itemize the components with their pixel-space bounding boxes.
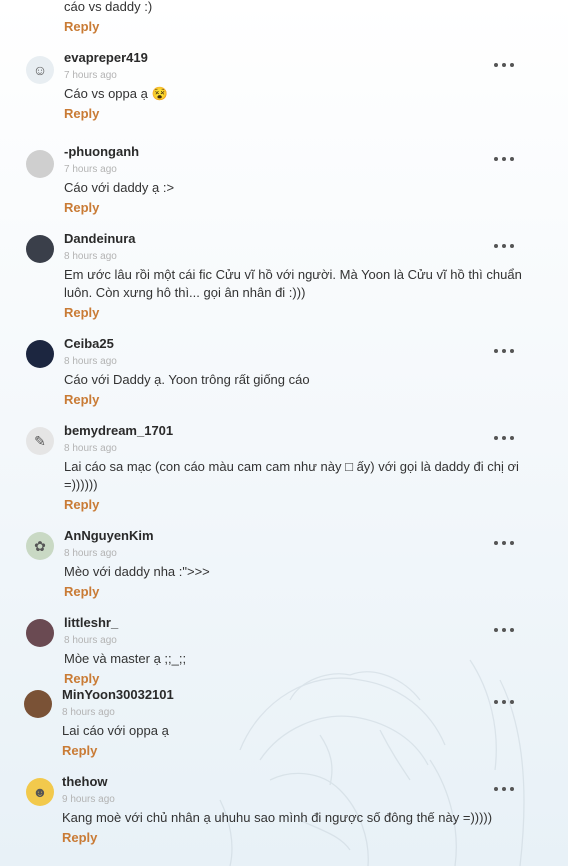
dot	[510, 244, 514, 248]
avatar[interactable]	[24, 690, 52, 718]
dot	[494, 349, 498, 353]
comment-timestamp: 8 hours ago	[62, 707, 115, 718]
comment-username[interactable]: bemydream_1701	[64, 423, 534, 439]
dot	[510, 541, 514, 545]
dot	[502, 541, 506, 545]
reply-button[interactable]: Reply	[64, 105, 99, 123]
more-options-icon[interactable]	[494, 696, 514, 708]
dot	[502, 63, 506, 67]
comment-text: Lai cáo với oppa ạ	[62, 723, 169, 738]
reply-button[interactable]: Reply	[64, 670, 99, 688]
comment-timestamp: 8 hours ago	[64, 548, 117, 559]
comment-body: AnNguyenKim 8 hours ago Mèo với daddy nha …	[64, 528, 534, 601]
comment-text: Cáo với daddy ạ :>	[64, 180, 175, 195]
cartoon-face-icon: ☺	[32, 62, 48, 78]
dot	[494, 541, 498, 545]
more-options-icon[interactable]	[494, 624, 514, 636]
reply-button[interactable]: Reply	[62, 742, 97, 760]
dot	[494, 787, 498, 791]
comment-text: Em ước lâu rồi một cái fic Cửu vĩ hồ với…	[64, 267, 522, 300]
more-options-icon[interactable]	[494, 432, 514, 444]
dot	[502, 628, 506, 632]
avatar[interactable]: ✿	[26, 532, 54, 560]
more-options-icon[interactable]	[494, 59, 514, 71]
comment-username[interactable]: -phuonganh	[64, 144, 534, 160]
dot	[510, 628, 514, 632]
comment-text: Cáo vs oppa ạ 😵	[64, 86, 168, 101]
comment-timestamp: 7 hours ago	[64, 164, 117, 175]
comment-timestamp: 8 hours ago	[64, 443, 117, 454]
dot	[502, 700, 506, 704]
comment-body: littleshr_ 8 hours ago Mòe và master ạ ;;_…	[64, 615, 534, 688]
dot	[510, 349, 514, 353]
dot	[494, 436, 498, 440]
avatar[interactable]: ✎	[26, 427, 54, 455]
comment-body: Dandeinura 8 hours ago Em ước lâu rồi một …	[64, 231, 534, 322]
avatar[interactable]	[26, 150, 54, 178]
dot	[502, 244, 506, 248]
more-options-icon[interactable]	[494, 345, 514, 357]
comment-body: cáo vs daddy :) Reply	[64, 0, 534, 36]
dot	[510, 63, 514, 67]
dot	[502, 349, 506, 353]
comment-feed: cáo vs daddy :) Reply ☺ evapreper419 7 hou…	[0, 0, 568, 866]
comment-username[interactable]: Dandeinura	[64, 231, 534, 247]
reply-button[interactable]: Reply	[64, 304, 99, 322]
comment-timestamp: 8 hours ago	[64, 635, 117, 646]
reply-button[interactable]: Reply	[64, 496, 99, 514]
dot	[510, 436, 514, 440]
dot	[510, 787, 514, 791]
comment-body: evapreper419 7 hours ago Cáo vs oppa ạ 😵 Re…	[64, 50, 534, 123]
avatar[interactable]: ☺	[26, 56, 54, 84]
comment-timestamp: 9 hours ago	[62, 794, 115, 805]
comment-text: Kang moè với chủ nhân ạ uhuhu sao mình đ…	[62, 810, 493, 825]
comment-username[interactable]: AnNguyenKim	[64, 528, 534, 544]
reply-button[interactable]: Reply	[64, 391, 99, 409]
dot	[494, 628, 498, 632]
comment-text: Lai cáo sa mạc (con cáo màu cam cam như …	[64, 459, 519, 492]
avatar[interactable]	[26, 340, 54, 368]
more-options-icon[interactable]	[494, 537, 514, 549]
comment-username[interactable]: Ceiba25	[64, 336, 534, 352]
comment-body: bemydream_1701 8 hours ago Lai cáo sa mạc …	[64, 423, 534, 514]
dot	[510, 700, 514, 704]
green-character-icon: ✿	[34, 537, 46, 554]
more-options-icon[interactable]	[494, 240, 514, 252]
more-options-icon[interactable]	[494, 783, 514, 795]
reply-button[interactable]: Reply	[64, 199, 99, 217]
dot	[494, 157, 498, 161]
avatar[interactable]	[26, 235, 54, 263]
dot	[502, 157, 506, 161]
reply-button[interactable]: Reply	[62, 829, 97, 847]
more-options-icon[interactable]	[494, 153, 514, 165]
comment-body: Ceiba25 8 hours ago Cáo với Daddy ạ. Yoon …	[64, 336, 534, 409]
comment-text: Mòe và master ạ ;;_;;	[64, 651, 187, 666]
comment-timestamp: 8 hours ago	[64, 356, 117, 367]
comment-username[interactable]: evapreper419	[64, 50, 534, 66]
comment-timestamp: 8 hours ago	[64, 251, 117, 262]
dot	[510, 157, 514, 161]
dot	[502, 436, 506, 440]
comment-username[interactable]: thehow	[62, 774, 532, 790]
comment-body: MinYoon30032101 8 hours ago Lai cáo với op…	[62, 687, 532, 760]
comment-body: thehow 9 hours ago Kang moè với chủ nhân ạ…	[62, 774, 532, 847]
comment-timestamp: 7 hours ago	[64, 70, 117, 81]
comment-body: -phuonganh 7 hours ago Cáo với daddy ạ :> R…	[64, 144, 534, 217]
comment-text: Mèo với daddy nha :">>>	[64, 564, 210, 579]
dot	[502, 787, 506, 791]
avatar[interactable]	[26, 619, 54, 647]
avatar[interactable]: ☻	[26, 778, 54, 806]
dot	[494, 700, 498, 704]
reply-button[interactable]: Reply	[64, 18, 99, 36]
sketch-icon: ✎	[34, 432, 46, 449]
comment-text: Cáo với Daddy ạ. Yoon trông rất giống cá…	[64, 372, 310, 387]
comment-username[interactable]: littleshr_	[64, 615, 534, 631]
comment-username[interactable]: MinYoon30032101	[62, 687, 532, 703]
reply-button[interactable]: Reply	[64, 583, 99, 601]
cartoon-character-icon: ☻	[32, 784, 48, 800]
dot	[494, 244, 498, 248]
comment-text: cáo vs daddy :)	[64, 0, 153, 14]
dot	[494, 63, 498, 67]
